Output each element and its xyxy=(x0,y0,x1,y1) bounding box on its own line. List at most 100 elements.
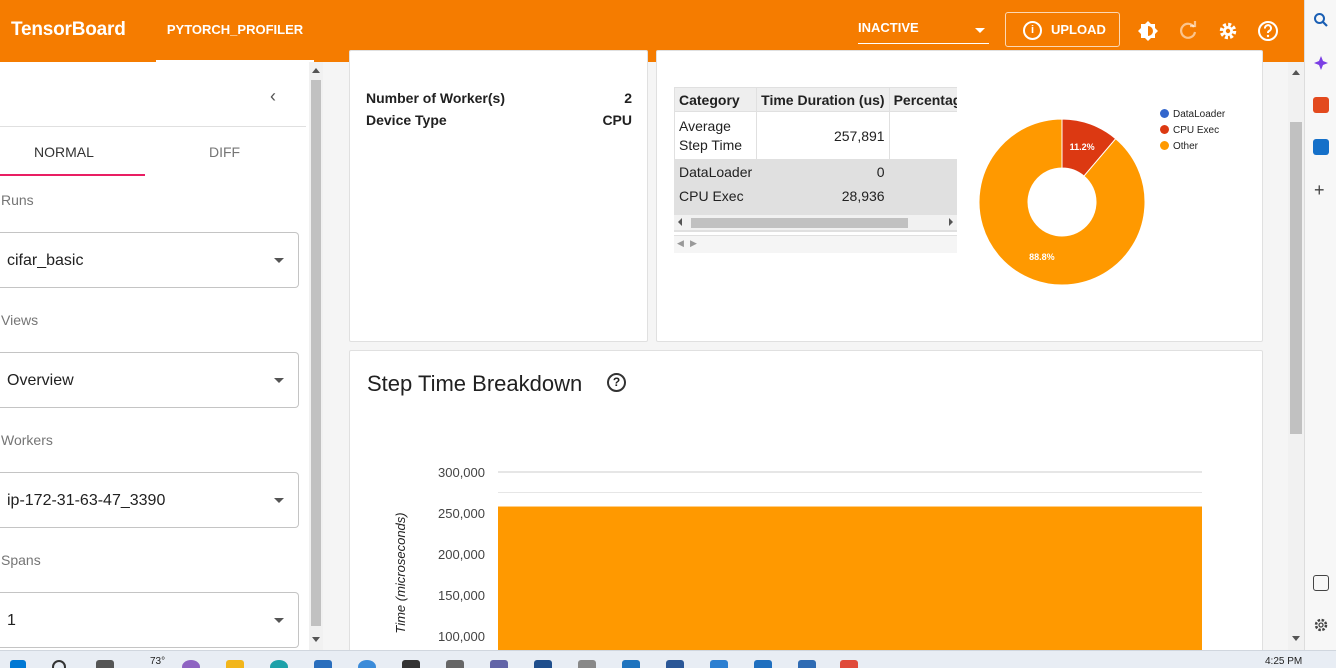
column-header[interactable]: Percentag xyxy=(888,87,957,112)
step-time-breakdown-card: Step Time Breakdown ? 300,000 250,000 200,… xyxy=(349,350,1263,650)
task-view-icon[interactable] xyxy=(96,660,114,668)
clock-time[interactable]: 4:25 PM xyxy=(1265,656,1302,667)
weather-text[interactable]: 73° xyxy=(150,656,165,667)
browser-sidebar: + xyxy=(1304,0,1336,650)
pie-slice-label: 11.2% xyxy=(1070,142,1095,152)
step-time-area-chart: 300,000 250,000 200,000 150,000 100,000 Time … xyxy=(393,465,1202,650)
app-icon[interactable] xyxy=(754,660,772,668)
teams-icon[interactable] xyxy=(490,660,508,668)
help-icon[interactable]: ? xyxy=(607,373,626,392)
scroll-up-icon[interactable] xyxy=(312,68,320,73)
spans-select[interactable]: 1 xyxy=(0,592,299,648)
chevron-down-icon xyxy=(274,258,284,263)
duration-cell: 0 xyxy=(756,159,890,184)
tab-diff[interactable]: DIFF xyxy=(209,144,240,160)
legend-label: DataLoader xyxy=(1173,109,1226,120)
pager-next-icon[interactable]: ▶ xyxy=(690,238,697,249)
pager-prev-icon[interactable]: ◀ xyxy=(677,238,684,249)
app-icon[interactable] xyxy=(446,660,464,668)
active-tab-indicator xyxy=(0,174,145,176)
help-icon[interactable] xyxy=(1257,20,1279,42)
chevron-down-icon xyxy=(274,618,284,623)
file-explorer-icon[interactable] xyxy=(226,660,244,668)
column-header[interactable]: Category xyxy=(674,87,758,112)
main-scrollbar[interactable] xyxy=(1288,62,1304,650)
runs-value: cifar_basic xyxy=(7,252,84,269)
settings-icon[interactable] xyxy=(1313,617,1329,633)
upload-button[interactable]: i UPLOAD xyxy=(1005,12,1120,47)
scroll-down-icon[interactable] xyxy=(312,637,320,642)
collapse-sidebar-icon[interactable]: ‹ xyxy=(270,86,276,107)
execution-summary-card: Category Time Duration (us) Percentag Av… xyxy=(656,50,1263,342)
runs-select[interactable]: cifar_basic xyxy=(0,232,299,288)
inactive-plugins-select[interactable]: INACTIVE xyxy=(858,20,989,44)
scroll-right-icon[interactable] xyxy=(949,218,953,226)
search-icon[interactable] xyxy=(52,660,66,668)
app-icon[interactable] xyxy=(666,660,684,668)
y-tick-label: 200,000 xyxy=(438,547,485,562)
vscode-icon[interactable] xyxy=(710,660,728,668)
step-time-pie-chart: 11.2% 88.8% xyxy=(978,118,1146,286)
chevron-down-icon xyxy=(274,498,284,503)
terminal-icon[interactable] xyxy=(402,660,420,668)
step-time-table: Category Time Duration (us) Percentag Av… xyxy=(674,87,957,232)
area-series-other[interactable] xyxy=(498,506,1202,650)
table-row[interactable]: CPU Exec 28,936 xyxy=(674,183,957,208)
app-icon[interactable] xyxy=(840,660,858,668)
info-icon: i xyxy=(1023,21,1042,40)
theme-toggle-icon[interactable] xyxy=(1137,20,1159,42)
upload-label: UPLOAD xyxy=(1051,22,1106,37)
config-value: CPU xyxy=(602,112,632,128)
add-icon[interactable]: + xyxy=(1314,180,1325,201)
start-icon[interactable] xyxy=(10,660,26,668)
sidebar: ‹ NORMAL DIFF Runs cifar_basic Views Ove… xyxy=(0,62,310,650)
office-icon[interactable] xyxy=(1313,97,1329,113)
app-icon[interactable] xyxy=(622,660,640,668)
chevron-down-icon xyxy=(975,28,985,33)
percentage-cell xyxy=(888,111,957,160)
reload-icon[interactable] xyxy=(1177,20,1199,42)
views-select[interactable]: Overview xyxy=(0,352,299,408)
edge-icon[interactable] xyxy=(270,660,288,668)
outlook-icon[interactable] xyxy=(1313,139,1329,155)
app-brand[interactable]: TensorBoard xyxy=(11,19,126,41)
config-label: Device Type xyxy=(366,112,447,128)
sidebar-scroll-thumb[interactable] xyxy=(311,80,321,626)
table-row[interactable]: DataLoader 0 xyxy=(674,159,957,184)
config-label: Number of Worker(s) xyxy=(366,90,505,106)
app-icon[interactable] xyxy=(798,660,816,668)
settings-gear-icon[interactable] xyxy=(1217,20,1239,42)
tensorboard-app: TensorBoard PYTORCH_PROFILER INACTIVE i … xyxy=(0,0,1304,650)
app-icon[interactable] xyxy=(534,660,552,668)
table-scroll-thumb[interactable] xyxy=(691,218,908,228)
legend-swatch xyxy=(1160,141,1169,150)
sidebar-scrollbar[interactable] xyxy=(309,62,323,650)
table-horizontal-scrollbar[interactable] xyxy=(674,215,957,230)
column-header[interactable]: Time Duration (us) xyxy=(756,87,890,112)
scroll-left-icon[interactable] xyxy=(678,218,682,226)
workers-select[interactable]: ip-172-31-63-47_3390 xyxy=(0,472,299,528)
legend-item-other[interactable]: Other xyxy=(1160,141,1198,152)
main-scroll-thumb[interactable] xyxy=(1290,122,1302,434)
sidebar-toggle-icon[interactable] xyxy=(1313,575,1329,591)
app-icon[interactable] xyxy=(182,660,200,668)
pie-slice-other[interactable] xyxy=(978,118,1146,286)
percentage-cell xyxy=(888,183,957,208)
table-row[interactable]: Average Step Time 257,891 xyxy=(674,111,957,160)
tab-pytorch-profiler[interactable]: PYTORCH_PROFILER xyxy=(156,0,314,62)
store-icon[interactable] xyxy=(314,660,332,668)
legend-item-dataloader[interactable]: DataLoader xyxy=(1160,109,1225,120)
spans-label: Spans xyxy=(1,552,41,568)
runs-label: Runs xyxy=(1,192,34,208)
workers-label: Workers xyxy=(1,432,53,448)
y-axis-label: Time (microseconds) xyxy=(393,512,408,633)
copilot-icon[interactable] xyxy=(1313,55,1329,71)
app-icon[interactable] xyxy=(358,660,376,668)
legend-item-cpu-exec[interactable]: CPU Exec xyxy=(1160,125,1219,136)
app-icon[interactable] xyxy=(578,660,596,668)
tab-normal[interactable]: NORMAL xyxy=(34,144,94,160)
search-icon[interactable] xyxy=(1313,12,1329,28)
scroll-down-icon[interactable] xyxy=(1292,636,1300,641)
scroll-up-icon[interactable] xyxy=(1292,70,1300,75)
spans-value: 1 xyxy=(7,612,16,629)
